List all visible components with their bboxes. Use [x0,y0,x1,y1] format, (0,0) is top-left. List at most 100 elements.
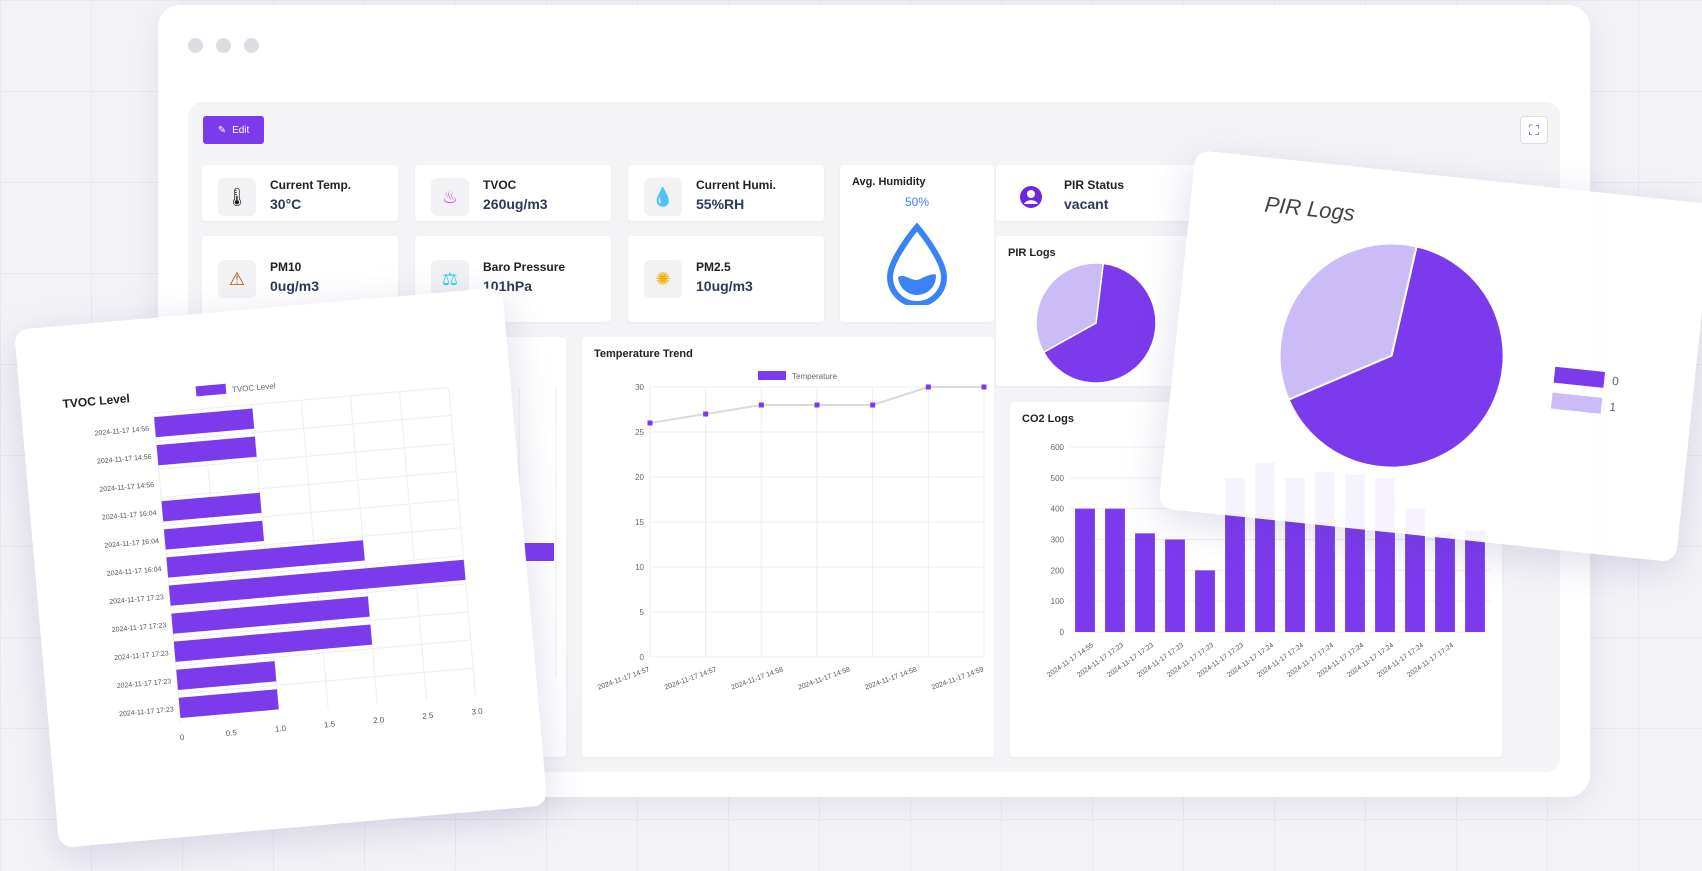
x-tick-label: 2024-11-17 14:57 [664,666,718,691]
tvoc-bar [176,661,277,690]
y-tick-label: 2024-11-17 16:04 [102,510,157,522]
gridline [448,387,477,697]
x-tick-label: 1.5 [324,719,336,729]
window-controls [188,38,259,53]
tvoc-level-title: TVOC Level [62,391,130,411]
window-dot[interactable] [216,38,231,53]
tvoc-bar [161,492,262,522]
y-tick-label: 100 [1051,597,1065,606]
y-tick-label: 2024-11-17 14:56 [97,454,152,466]
temperature-line-chart: 0 5 10 15 20 25 30 Temperature 2024-11-17 14:57 2… [597,371,987,692]
legend-label: 0 [1611,373,1620,389]
y-tick-label: 300 [1051,536,1065,545]
x-tick-label: 2024-11-17 14:58 [864,666,918,691]
x-tick-label: 2024-11-17 14:57 [597,666,651,691]
stat-value: 0ug/m3 [270,278,320,294]
pir-pie-chart-large [1278,242,1505,469]
legend-swatch [1550,392,1603,414]
legend-swatch [758,371,786,380]
stat-label: Current Humi. [696,178,777,192]
co2-bar [1135,533,1155,632]
y-tick-label: 2024-11-17 17:23 [116,678,171,690]
y-tick-label: 25 [635,428,644,437]
co2-bar [1195,570,1215,632]
y-tick-label: 30 [635,383,644,392]
y-tick-label: 10 [635,563,644,572]
temperature-trend-card: Temperature Trend 0 5 10 15 20 25 30 Temperatur… [582,337,994,757]
stat-label: PM10 [270,260,302,274]
legend-label: TVOC Level [232,381,276,394]
legend-item-1: 1 [1550,392,1617,416]
y-tick-label: 2024-11-17 17:23 [114,650,169,662]
avg-humidity-value: 50% [904,195,930,209]
data-point [703,411,709,417]
stat-card-tvoc: ♨ TVOC 260ug/m3 [415,165,611,221]
tvoc-icon: ♨ [431,178,469,216]
pir-logs-popout-title: PIR Logs [1263,191,1357,226]
y-tick-label: 2024-11-17 16:04 [104,538,159,550]
stat-card-humidity: 💧 Current Humi. 55%RH [628,165,824,221]
pir-logs-popout: PIR Logs 0 1 [1158,150,1702,563]
stat-card-pm25: ✺ PM2.5 10ug/m3 [628,236,824,322]
stat-value: 10ug/m3 [696,278,753,294]
y-tick-label: 2024-11-17 16:04 [107,566,162,578]
gridline [161,471,457,498]
x-tick-label: 1.0 [275,724,287,734]
gridline [399,391,428,701]
x-tick-label: 2024-11-17 14:58 [730,666,784,691]
pm10-icon: ⚠ [218,260,256,298]
stat-label: PIR Status [1064,178,1125,192]
y-tick-label: 600 [1051,443,1065,452]
y-tick-label: 0 [1060,628,1065,637]
fullscreen-icon[interactable]: ⛶ [1520,116,1548,144]
legend-item-0: 0 [1553,366,1620,390]
data-point [758,402,764,408]
stat-value: 260ug/m3 [483,196,548,212]
tvoc-level-popout: TVOC Level TVOC Level 0 0.5 1.0 1.5 2.0 2.5 3.0 2… [14,287,548,849]
y-tick-label: 200 [1051,566,1065,575]
data-point [925,384,931,390]
x-tick-label: 0.5 [225,728,237,738]
y-tick-label: 20 [635,473,644,482]
stat-value: vacant [1064,196,1109,212]
y-tick-label: 2024-11-17 17:23 [119,706,174,718]
co2-bar [1105,508,1125,632]
edit-button[interactable]: ✎ Edit [203,116,264,144]
pm25-icon: ✺ [644,260,682,298]
water-drop-icon [886,223,948,305]
co2-bar [1465,530,1485,632]
co2-bar [1075,508,1095,632]
x-tick-label: 2024-11-17 14:58 [797,666,851,691]
stat-label: TVOC [483,178,517,192]
data-point [870,402,876,408]
legend-label: Temperature [792,372,837,381]
avg-humidity-title: Avg. Humidity [852,176,926,188]
window-dot[interactable] [188,38,203,53]
tvoc-horizontal-bar-chart: TVOC Level TVOC Level 0 0.5 1.0 1.5 2.0 2.5 3.0 2… [62,381,483,742]
legend-label: 1 [1608,399,1617,415]
legend-swatch [195,383,227,397]
stat-label: Baro Pressure [483,260,566,274]
person-icon [1012,178,1050,216]
y-tick-label: 2024-11-17 17:23 [109,594,164,606]
x-tick-label: 2.5 [422,711,434,721]
window-dot[interactable] [244,38,259,53]
pir-pie-chart [1035,262,1157,384]
x-tick-label: 2.0 [373,715,385,725]
y-tick-label: 0 [640,653,645,662]
y-tick-label: 400 [1051,505,1065,514]
thermometer-icon: 🌡 [218,178,256,216]
tvoc-bar [178,689,279,719]
data-point [814,402,820,408]
y-tick-label: 5 [640,608,645,617]
stat-value: 55%RH [696,196,745,212]
stat-card-temperature: 🌡 Current Temp. 30°C [202,165,398,221]
y-tick-label: 15 [635,518,644,527]
tvoc-bar [163,520,265,550]
edit-label: Edit [232,124,250,136]
stat-label: PM2.5 [696,260,731,274]
x-tick-label: 2024-11-17 14:59 [931,666,985,691]
co2-bar [1165,539,1185,632]
y-tick-label: 2024-11-17 17:23 [112,622,167,634]
co2-bar [1435,533,1455,632]
